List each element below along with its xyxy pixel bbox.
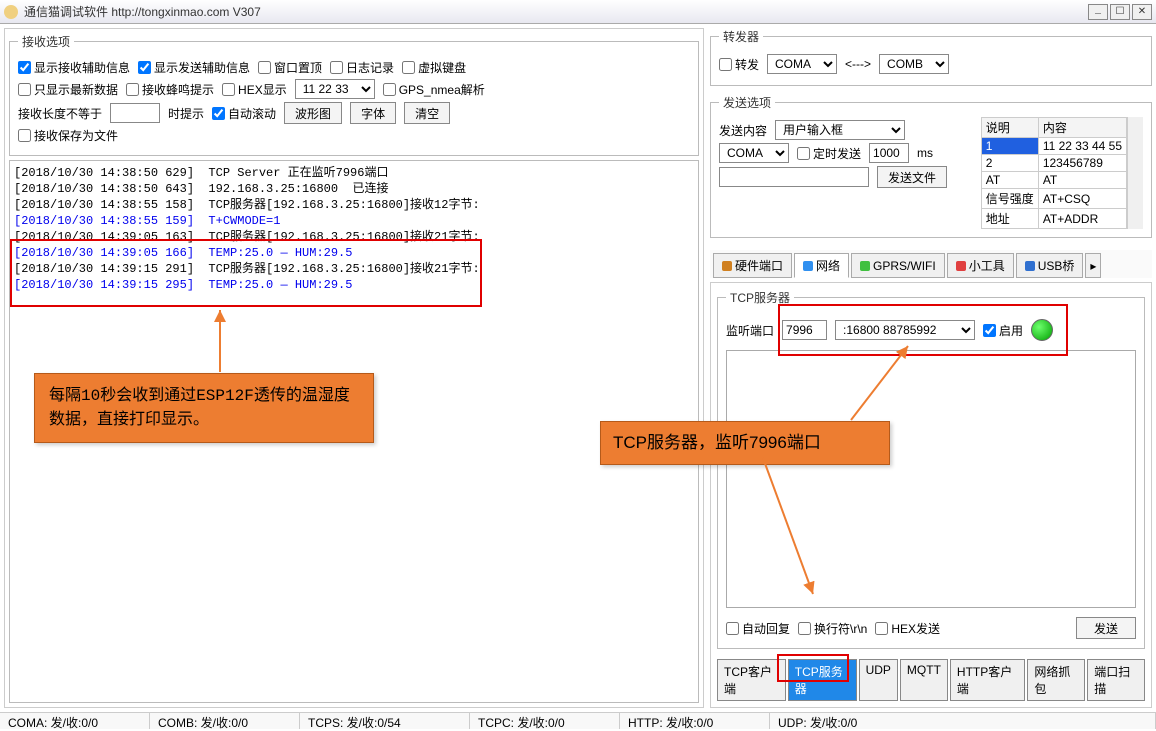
right-callout: TCP服务器，监听7996端口 <box>600 421 890 465</box>
toolbox-icon <box>956 261 966 271</box>
cb-forward[interactable]: 转发 <box>719 56 759 73</box>
cb-virtual-keyboard[interactable]: 虚拟键盘 <box>402 59 466 76</box>
log-area[interactable]: [2018/10/30 14:38:50 629] TCP Server 正在监… <box>9 160 699 703</box>
btab-highlight-box <box>777 654 849 682</box>
right-pane: 转发器 转发 COMA <---> COMB 发送选项 发送内容 用户输入框 C… <box>710 28 1152 708</box>
tab-usb-bridge[interactable]: USB桥 <box>1016 253 1084 278</box>
port-highlight-box <box>778 304 1068 356</box>
send-options-group: 发送选项 发送内容 用户输入框 COMA 定时发送 ms 发送 <box>710 94 1152 238</box>
window-title: 通信猫调试软件 http://tongxinmao.com V307 <box>24 3 261 20</box>
send-port-select[interactable]: COMA <box>719 143 789 163</box>
listen-port-label: 监听端口 <box>726 322 774 339</box>
status-bar: COMA: 发/收:0/0 COMB: 发/收:0/0 TCPS: 发/收:0/… <box>0 712 1156 729</box>
send-content-select[interactable]: 用户输入框 <box>775 120 905 140</box>
cb-gps-parse[interactable]: GPS_nmea解析 <box>383 81 485 98</box>
tcp-send-textarea[interactable] <box>726 350 1136 608</box>
status-tcpc: TCPC: 发/收:0/0 <box>470 713 620 729</box>
plug-icon <box>722 261 732 271</box>
main-tab-bar: 硬件端口 网络 GPRS/WIFI 小工具 USB桥 ▸ <box>710 250 1152 278</box>
tab-hardware-port[interactable]: 硬件端口 <box>713 253 792 278</box>
ms-label: ms <box>917 146 933 160</box>
log-line: [2018/10/30 14:38:50 629] TCP Server 正在监… <box>14 165 694 181</box>
log-line: [2018/10/30 14:38:55 159] T+CWMODE=1 <box>14 213 694 229</box>
hint-label: 时提示 <box>168 105 204 122</box>
minimize-button[interactable]: _ <box>1088 4 1108 20</box>
log-line: [2018/10/30 14:38:55 158] TCP服务器[192.168… <box>14 197 694 213</box>
send-button[interactable]: 发送 <box>1076 617 1136 639</box>
forward-arrow: <---> <box>845 57 871 71</box>
globe-icon <box>803 261 813 271</box>
forward-to-select[interactable]: COMB <box>879 54 949 74</box>
len-neq-label: 接收长度不等于 <box>18 105 102 122</box>
btab-udp[interactable]: UDP <box>859 659 898 701</box>
font-button[interactable]: 字体 <box>350 102 396 124</box>
cb-hex-send[interactable]: HEX发送 <box>875 620 940 637</box>
send-options-legend: 发送选项 <box>719 94 775 111</box>
cb-crlf[interactable]: 换行符\r\n <box>798 620 867 637</box>
cb-show-recv-aux[interactable]: 显示接收辅助信息 <box>18 59 130 76</box>
tab-scroll-right[interactable]: ▸ <box>1085 253 1101 278</box>
cb-timed-send[interactable]: 定时发送 <box>797 145 861 162</box>
table-scrollbar[interactable] <box>1127 117 1143 229</box>
tab-network[interactable]: 网络 <box>794 253 849 278</box>
forwarder-group: 转发器 转发 COMA <---> COMB <box>710 28 1152 86</box>
status-comb: COMB: 发/收:0/0 <box>150 713 300 729</box>
cb-latest-only[interactable]: 只显示最新数据 <box>18 81 118 98</box>
quick-send-table[interactable]: 说明内容 111 22 33 44 55 2123456789 ATAT 信号强… <box>981 117 1127 229</box>
cb-autoscroll[interactable]: 自动滚动 <box>212 105 276 122</box>
cb-on-top[interactable]: 窗口置顶 <box>258 59 322 76</box>
btab-port-scan[interactable]: 端口扫描 <box>1087 659 1145 701</box>
recv-options-legend: 接收选项 <box>18 33 74 50</box>
status-coma: COMA: 发/收:0/0 <box>0 713 150 729</box>
cb-auto-reply[interactable]: 自动回复 <box>726 620 790 637</box>
btab-tcp-client[interactable]: TCP客户端 <box>717 659 786 701</box>
btab-http-client[interactable]: HTTP客户端 <box>950 659 1025 701</box>
clear-button[interactable]: 清空 <box>404 102 450 124</box>
maximize-button[interactable]: ☐ <box>1110 4 1130 20</box>
usb-icon <box>1025 261 1035 271</box>
log-line: [2018/10/30 14:38:50 643] 192.168.3.25:1… <box>14 181 694 197</box>
signal-icon <box>860 261 870 271</box>
send-content-label: 发送内容 <box>719 122 767 139</box>
send-file-button[interactable]: 发送文件 <box>877 166 947 188</box>
tab-gprs-wifi[interactable]: GPRS/WIFI <box>851 253 945 278</box>
log-highlight-box <box>10 239 482 307</box>
close-button[interactable]: ✕ <box>1132 4 1152 20</box>
network-panel: TCP服务器 监听端口 :16800 88785992 启用 自动回复 换行符\… <box>710 282 1152 708</box>
cb-hex-display[interactable]: HEX显示 <box>222 81 287 98</box>
btab-packet-capture[interactable]: 网络抓包 <box>1027 659 1085 701</box>
forward-from-select[interactable]: COMA <box>767 54 837 74</box>
window-controls: _ ☐ ✕ <box>1088 4 1152 20</box>
tcp-server-group: TCP服务器 监听端口 :16800 88785992 启用 自动回复 换行符\… <box>717 289 1145 649</box>
len-neq-input[interactable] <box>110 103 160 123</box>
cb-save-to-file[interactable]: 接收保存为文件 <box>18 127 118 144</box>
status-tcps: TCPS: 发/收:0/54 <box>300 713 470 729</box>
hex-sample-select[interactable]: 11 22 33 <box>295 79 375 99</box>
network-sub-tabs: TCP客户端 TCP服务器 UDP MQTT HTTP客户端 网络抓包 端口扫描 <box>717 659 1145 701</box>
send-text-input[interactable] <box>719 167 869 187</box>
timed-interval-input[interactable] <box>869 143 909 163</box>
app-icon <box>4 5 18 19</box>
left-callout: 每隔10秒会收到通过ESP12F透传的温湿度数据，直接打印显示。 <box>34 373 374 443</box>
status-http: HTTP: 发/收:0/0 <box>620 713 770 729</box>
btab-mqtt[interactable]: MQTT <box>900 659 948 701</box>
cb-log[interactable]: 日志记录 <box>330 59 394 76</box>
left-pane: 接收选项 显示接收辅助信息 显示发送辅助信息 窗口置顶 日志记录 虚拟键盘 只显… <box>4 28 704 708</box>
cb-show-send-aux[interactable]: 显示发送辅助信息 <box>138 59 250 76</box>
cb-beep[interactable]: 接收蜂鸣提示 <box>126 81 214 98</box>
tab-tools[interactable]: 小工具 <box>947 253 1014 278</box>
titlebar: 通信猫调试软件 http://tongxinmao.com V307 _ ☐ ✕ <box>0 0 1156 24</box>
forwarder-legend: 转发器 <box>719 28 763 45</box>
wave-button[interactable]: 波形图 <box>284 102 342 124</box>
status-udp: UDP: 发/收:0/0 <box>770 713 1156 729</box>
recv-options-group: 接收选项 显示接收辅助信息 显示发送辅助信息 窗口置顶 日志记录 虚拟键盘 只显… <box>9 33 699 156</box>
